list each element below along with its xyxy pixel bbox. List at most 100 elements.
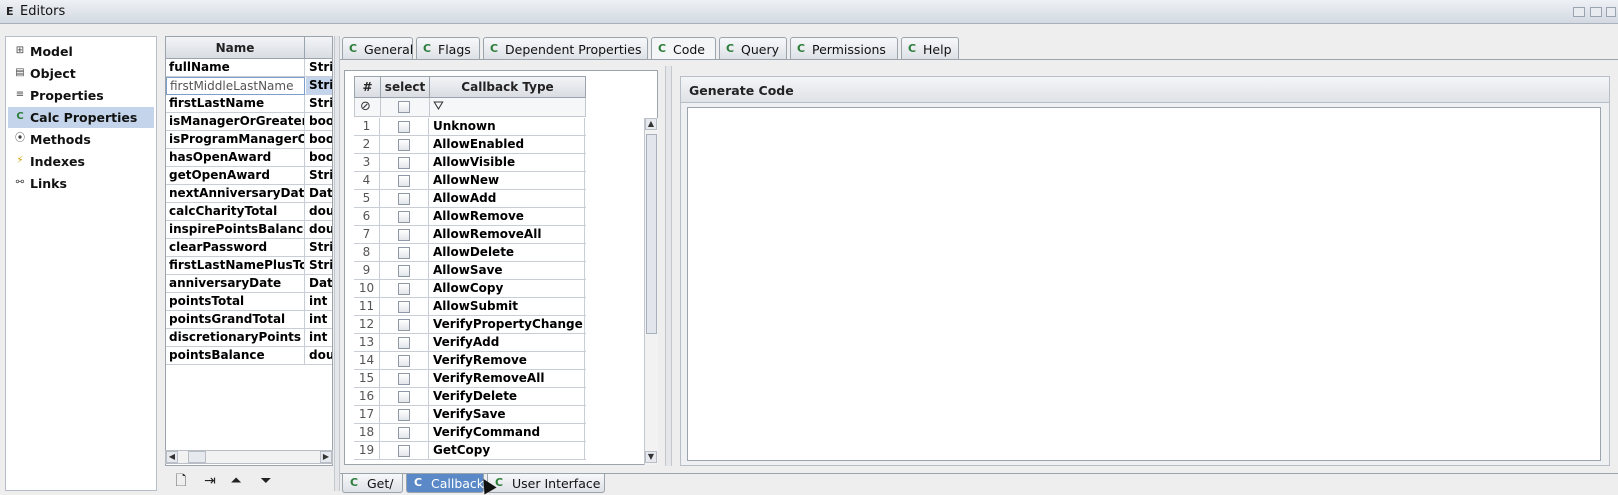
nav-item-calc-properties[interactable]: C Calc Properties <box>8 107 154 128</box>
callback-type-cell[interactable]: AllowRemove <box>430 208 585 226</box>
table-row[interactable]: pointsBalance dou <box>166 347 332 365</box>
generate-code-editor[interactable] <box>687 107 1601 461</box>
callback-row[interactable]: 10 AllowCopy <box>354 280 586 298</box>
table-row[interactable]: isProgramManagerOr...boo <box>166 131 332 149</box>
callback-row[interactable]: 13 VerifyAdd <box>354 334 586 352</box>
select-checkbox[interactable] <box>398 121 410 133</box>
select-checkbox[interactable] <box>398 373 410 385</box>
hscroll-thumb[interactable] <box>188 451 206 463</box>
select-checkbox[interactable] <box>398 391 410 403</box>
name-cell[interactable]: fullName <box>166 59 305 77</box>
name-cell[interactable]: pointsBalance <box>166 347 305 365</box>
name-cell[interactable]: isProgramManagerOr... <box>166 131 305 149</box>
type-cell[interactable]: Stri <box>306 77 332 95</box>
callback-row[interactable]: 5 AllowAdd <box>354 190 586 208</box>
callback-type-cell[interactable]: AllowNew <box>430 172 585 190</box>
select-checkbox[interactable] <box>398 265 410 277</box>
callback-type-cell[interactable]: AllowCopy <box>430 280 585 298</box>
callback-row[interactable]: 17 VerifySave <box>354 406 586 424</box>
scroll-up-icon[interactable]: ▲ <box>645 118 657 130</box>
scroll-left-icon[interactable]: ◀ <box>166 451 178 463</box>
callback-row[interactable]: 19 GetCopy <box>354 442 586 460</box>
table-row[interactable]: discretionaryPoints int <box>166 329 332 347</box>
callback-type-cell[interactable]: VerifyCommand <box>430 424 585 442</box>
name-cell[interactable]: pointsGrandTotal <box>166 311 305 329</box>
select-checkbox[interactable] <box>398 409 410 421</box>
callback-row[interactable]: 16 VerifyDelete <box>354 388 586 406</box>
splitter-left[interactable] <box>334 36 340 491</box>
callback-type-cell[interactable]: VerifyAdd <box>430 334 585 352</box>
maximize-window-icon[interactable] <box>1590 7 1602 17</box>
select-checkbox[interactable] <box>398 157 410 169</box>
tab-dependent-properties[interactable]: C Dependent Properties <box>483 37 648 59</box>
tab-general[interactable]: C General <box>342 37 413 59</box>
callback-type-cell[interactable]: VerifyRemoveAll <box>430 370 585 388</box>
callback-type-cell[interactable]: AllowAdd <box>430 190 585 208</box>
splitter-right[interactable] <box>665 66 672 466</box>
name-cell[interactable]: inspirePointsBalance <box>166 221 305 239</box>
callback-type-cell[interactable]: VerifyRemove <box>430 352 585 370</box>
table-row[interactable]: hasOpenAward boo <box>166 149 332 167</box>
select-checkbox[interactable] <box>398 445 410 457</box>
callback-type-cell[interactable]: GetCopy <box>430 442 585 460</box>
name-cell[interactable]: nextAnniversaryDate <box>166 185 305 203</box>
select-all-checkbox[interactable] <box>398 101 410 113</box>
name-cell[interactable]: firstLastNamePlusTo... <box>166 257 305 275</box>
type-cell[interactable]: int <box>306 329 332 347</box>
callback-row[interactable]: 14 VerifyRemove <box>354 352 586 370</box>
select-checkbox[interactable] <box>398 355 410 367</box>
callback-type-cell[interactable]: AllowEnabled <box>430 136 585 154</box>
tab-user-interface[interactable]: C User Interface <box>487 474 605 493</box>
table-row[interactable]: firstMiddleLastName Stri <box>166 77 332 95</box>
type-cell[interactable]: boo <box>306 149 332 167</box>
table-row[interactable]: fullName Stri <box>166 59 332 77</box>
select-checkbox[interactable] <box>398 229 410 241</box>
nav-item-indexes[interactable]: ⚡ Indexes <box>8 151 154 172</box>
filter-icon[interactable]: ⛛ <box>433 99 444 114</box>
table-row[interactable]: isManagerOrGreater boo <box>166 113 332 131</box>
table-row[interactable]: clearPassword Stri <box>166 239 332 257</box>
callback-type-cell[interactable]: VerifyPropertyChange <box>430 316 585 334</box>
callback-row[interactable]: 1 Unknown <box>354 118 586 136</box>
type-cell[interactable]: dou <box>306 203 332 221</box>
callback-row[interactable]: 18 VerifyCommand <box>354 424 586 442</box>
select-checkbox[interactable] <box>398 175 410 187</box>
nav-item-links[interactable]: ⚯ Links <box>8 173 154 194</box>
callback-row[interactable]: 7 AllowRemoveAll <box>354 226 586 244</box>
callback-type-cell[interactable]: AllowDelete <box>430 244 585 262</box>
name-cell[interactable]: firstLastName <box>166 95 305 113</box>
callback-row[interactable]: 6 AllowRemove <box>354 208 586 226</box>
table-row[interactable]: firstLastName Stri <box>166 95 332 113</box>
indent-icon[interactable]: ⇥ <box>201 472 219 490</box>
name-cell[interactable]: discretionaryPoints <box>166 329 305 347</box>
table-row[interactable]: getOpenAward Stri <box>166 167 332 185</box>
select-checkbox[interactable] <box>398 283 410 295</box>
tab-query[interactable]: C Query <box>719 37 787 59</box>
select-checkbox[interactable] <box>398 301 410 313</box>
vscroll-thumb[interactable] <box>646 134 657 334</box>
name-cell[interactable]: pointsTotal <box>166 293 305 311</box>
table-row[interactable]: calcCharityTotal dou <box>166 203 332 221</box>
type-cell[interactable]: Stri <box>306 239 332 257</box>
type-cell[interactable]: Date <box>306 185 332 203</box>
nav-item-model[interactable]: ⊞ Model <box>8 41 154 62</box>
name-cell[interactable]: anniversaryDate <box>166 275 305 293</box>
close-window-icon[interactable] <box>1606 7 1616 17</box>
nav-item-object[interactable]: ▤ Object <box>8 63 154 84</box>
name-cell[interactable]: clearPassword <box>166 239 305 257</box>
callback-type-cell[interactable]: Unknown <box>430 118 585 136</box>
type-cell[interactable]: Stri <box>306 257 332 275</box>
type-cell[interactable]: Stri <box>306 59 332 77</box>
restore-window-icon[interactable] <box>1573 7 1585 17</box>
type-cell[interactable]: boo <box>306 113 332 131</box>
type-cell[interactable]: Stri <box>306 95 332 113</box>
callback-row[interactable]: 11 AllowSubmit <box>354 298 586 316</box>
select-checkbox[interactable] <box>398 211 410 223</box>
table-row[interactable]: anniversaryDateDate <box>166 275 332 293</box>
callback-type-cell[interactable]: AllowVisible <box>430 154 585 172</box>
table-row[interactable]: inspirePointsBalance dou <box>166 221 332 239</box>
nav-item-methods[interactable]: ⦿ Methods <box>8 129 154 150</box>
name-cell[interactable]: isManagerOrGreater <box>166 113 305 131</box>
tab-permissions[interactable]: C Permissions <box>790 37 898 59</box>
name-cell[interactable]: hasOpenAward <box>166 149 305 167</box>
